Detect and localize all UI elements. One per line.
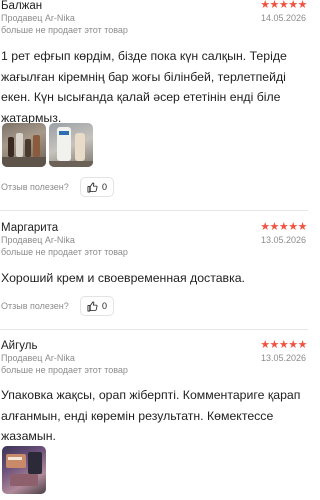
review-date: 14.05.2026: [260, 13, 306, 23]
review-photo[interactable]: [2, 123, 46, 167]
seller-name[interactable]: Продавец Ar-Nika: [1, 235, 75, 246]
seller-note: больше не продает этот товар: [1, 247, 128, 257]
review-photo[interactable]: [2, 446, 46, 494]
like-button[interactable]: 0: [80, 177, 114, 197]
photo-content-icon: [49, 127, 93, 167]
helpful-label: Отзыв полезен?: [1, 182, 69, 192]
rating-stars: ★★★★★: [260, 0, 307, 11]
review-text: Хороший крем и своевременная доставка.: [1, 271, 245, 285]
review-divider: [0, 210, 308, 211]
like-count: 0: [101, 182, 107, 192]
helpful-label: Отзыв полезен?: [1, 301, 69, 311]
review-text: 1 рет ефғып көрдім, бізде пока күн салқы…: [1, 49, 287, 125]
thumbs-up-icon: [87, 301, 98, 311]
like-count: 0: [101, 301, 107, 311]
photo-content-icon: [6, 452, 42, 486]
photo-content-icon: [2, 133, 46, 167]
review-date: 13.05.2026: [260, 353, 306, 363]
review-divider: [0, 329, 308, 330]
review-author: Балжан: [1, 0, 43, 12]
review-text: Упаковка жақсы, орап жіберпті. Комментар…: [1, 388, 301, 443]
review-author: Айгуль: [1, 340, 38, 352]
thumbs-up-icon: [87, 182, 98, 192]
seller-name[interactable]: Продавец Ar-Nika: [1, 13, 75, 24]
rating-stars: ★★★★★: [260, 339, 307, 351]
seller-name[interactable]: Продавец Ar-Nika: [1, 353, 75, 364]
review-date: 13.05.2026: [260, 235, 306, 245]
like-button[interactable]: 0: [80, 296, 114, 316]
review-author: Маргарита: [1, 222, 59, 234]
rating-stars: ★★★★★: [260, 221, 307, 233]
review-photo[interactable]: [49, 123, 93, 167]
seller-note: больше не продает этот товар: [1, 365, 128, 375]
seller-note: больше не продает этот товар: [1, 25, 128, 35]
